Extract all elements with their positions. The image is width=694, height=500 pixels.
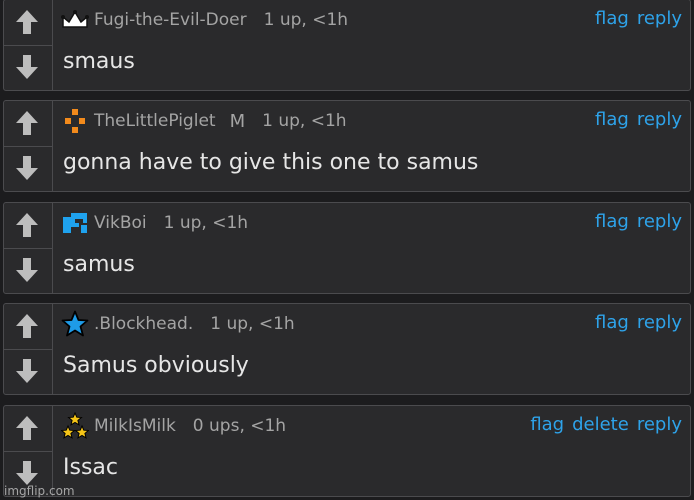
flag-link[interactable]: flag (595, 109, 629, 130)
arrow-up-icon (16, 314, 38, 338)
vote-divider (4, 45, 52, 46)
reply-link[interactable]: reply (637, 109, 682, 130)
comment-actions: flag reply (595, 109, 682, 130)
vote-column (4, 304, 53, 394)
comment-text: samus (63, 252, 135, 277)
arrow-up-icon (16, 213, 38, 237)
points-text: 0 ups, <1h (192, 416, 287, 436)
vote-divider (4, 451, 52, 452)
vote-column (4, 406, 53, 496)
comment-text: smaus (63, 49, 135, 74)
arrow-up-icon (16, 10, 38, 34)
upvote-button[interactable] (11, 410, 43, 446)
points-text: 1 up, <1h (263, 10, 349, 30)
comment-text: gonna have to give this one to samus (63, 150, 479, 175)
mod-badge: M (229, 110, 246, 132)
arrow-up-icon (16, 416, 38, 440)
orange-cross-icon[interactable] (60, 107, 90, 135)
vote-divider (4, 146, 52, 147)
reply-link[interactable]: reply (637, 312, 682, 333)
comment-actions: flag reply (595, 8, 682, 29)
upvote-button[interactable] (11, 4, 43, 40)
reply-link[interactable]: reply (637, 414, 682, 435)
arrow-down-icon (16, 55, 38, 79)
star-icon[interactable] (60, 310, 90, 338)
arrow-down-icon (16, 156, 38, 180)
vote-divider (4, 248, 52, 249)
upvote-button[interactable] (11, 308, 43, 344)
comment-card: Fugi-the-Evil-Doer 1 up, <1h flag reply … (3, 0, 691, 91)
comment-content: VikBoi 1 up, <1h flag reply samus (60, 203, 690, 293)
blue-blocks-icon[interactable] (60, 209, 90, 237)
comment-meta: .Blockhead. 1 up, <1h (60, 310, 295, 338)
flag-link[interactable]: flag (595, 312, 629, 333)
comment-card: .Blockhead. 1 up, <1h flag reply Samus o… (3, 303, 691, 395)
downvote-button[interactable] (11, 150, 43, 186)
points-text: 1 up, <1h (163, 213, 249, 233)
points-text: 1 up, <1h (262, 111, 347, 131)
arrow-down-icon (16, 258, 38, 282)
delete-link[interactable]: delete (572, 414, 629, 435)
username-link[interactable]: MilkIsMilk (94, 416, 176, 436)
comment-meta: TheLittlePiglet M 1 up, <1h (60, 107, 347, 135)
comment-text: Samus obviously (63, 353, 249, 378)
comment-content: .Blockhead. 1 up, <1h flag reply Samus o… (60, 304, 690, 394)
comment-content: MilkIsMilk 0 ups, <1h flag delete reply … (60, 406, 690, 496)
username-link[interactable]: TheLittlePiglet (94, 111, 216, 131)
username-link[interactable]: VikBoi (94, 213, 147, 233)
vote-divider (4, 349, 52, 350)
arrow-up-icon (16, 111, 38, 135)
flag-link[interactable]: flag (595, 8, 629, 29)
upvote-button[interactable] (11, 105, 43, 141)
arrow-down-icon (16, 359, 38, 383)
downvote-button[interactable] (11, 252, 43, 288)
crown-icon[interactable] (60, 6, 90, 34)
comment-card: VikBoi 1 up, <1h flag reply samus (3, 202, 691, 294)
username-link[interactable]: .Blockhead. (94, 314, 193, 334)
comment-card: TheLittlePiglet M 1 up, <1h flag reply g… (3, 100, 691, 192)
flag-link[interactable]: flag (530, 414, 564, 435)
comment-actions: flag delete reply (530, 414, 682, 435)
reply-link[interactable]: reply (637, 8, 682, 29)
comment-meta: MilkIsMilk 0 ups, <1h (60, 412, 286, 440)
triple-star-icon[interactable] (60, 412, 90, 440)
arrow-down-icon (16, 461, 38, 485)
comment-content: TheLittlePiglet M 1 up, <1h flag reply g… (60, 101, 690, 191)
points-text: 1 up, <1h (210, 314, 295, 334)
comment-actions: flag reply (595, 211, 682, 232)
downvote-button[interactable] (11, 49, 43, 85)
comment-content: Fugi-the-Evil-Doer 1 up, <1h flag reply … (60, 0, 690, 90)
vote-column (4, 203, 53, 293)
username-link[interactable]: Fugi-the-Evil-Doer (94, 10, 247, 30)
comment-meta: Fugi-the-Evil-Doer 1 up, <1h (60, 6, 348, 34)
comment-meta: VikBoi 1 up, <1h (60, 209, 248, 237)
comment-actions: flag reply (595, 312, 682, 333)
reply-link[interactable]: reply (637, 211, 682, 232)
vote-column (4, 0, 53, 90)
watermark: imgflip.com (4, 484, 75, 498)
downvote-button[interactable] (11, 353, 43, 389)
vote-column (4, 101, 53, 191)
upvote-button[interactable] (11, 207, 43, 243)
comment-card: MilkIsMilk 0 ups, <1h flag delete reply … (3, 405, 691, 497)
flag-link[interactable]: flag (595, 211, 629, 232)
comment-text: Issac (63, 455, 118, 480)
